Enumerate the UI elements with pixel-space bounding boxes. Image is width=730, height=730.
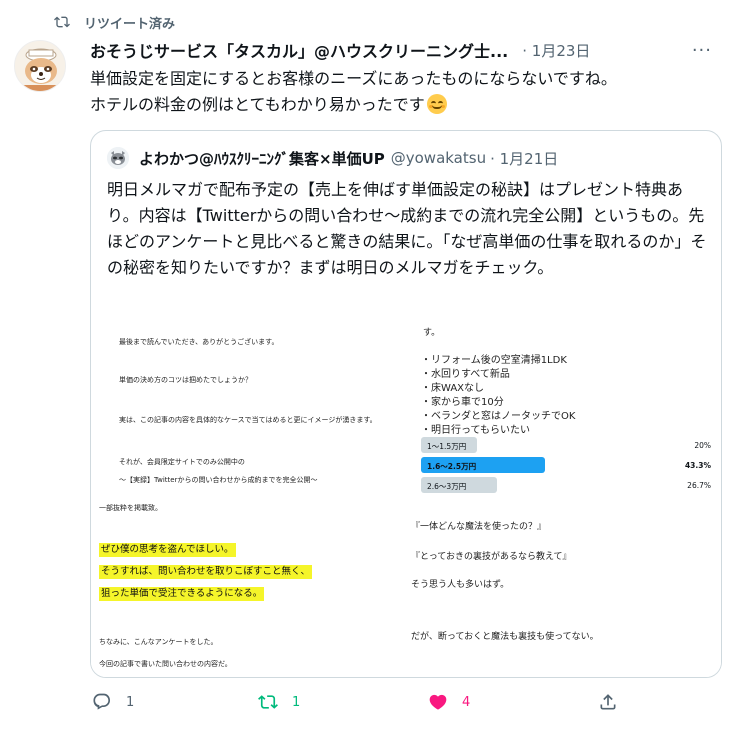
share-icon — [600, 694, 616, 710]
retweet-indicator: リツイート済み — [54, 12, 175, 32]
poll-option-label: 1～1.5万円 — [427, 442, 467, 451]
poll-option-label: 2.6～3万円 — [427, 482, 467, 491]
p2-list-item: ・家から車で10分 — [421, 397, 504, 408]
p2-list-item: ・明日行ってもらいたい — [421, 425, 530, 436]
like-button[interactable]: 4 — [428, 692, 470, 712]
retweet-icon — [54, 16, 70, 28]
p1-line: 最後まで読んでいただき、ありがとうございます。 — [119, 338, 279, 346]
poll-option-label: 1.6～2.5万円 — [427, 462, 477, 471]
reply-count: 1 — [126, 694, 135, 710]
p4-line: だが、断っておくと魔法も裏技も使ってない。 — [411, 632, 599, 642]
quoted-author-handle: @yowakatsu — [390, 149, 487, 167]
quoted-tweet-header: よわかつ@ﾊｳｽｸﾘｰﾆﾝｸﾞ集客×単価UP @yowakatsu · 1月21… — [107, 147, 558, 169]
p1-line: 単価の決め方のコツは掴めたでしょうか？ — [119, 376, 252, 384]
retweet-icon — [258, 695, 278, 709]
tweet-actions: 1 1 4 — [90, 692, 650, 716]
like-count: 4 — [462, 694, 471, 710]
retweet-count: 1 — [292, 694, 301, 710]
p2-list-item: ・ベランダと窓はノータッチでOK — [421, 411, 576, 422]
media-image-2[interactable]: す。 ・リフォーム後の空室清掃1LDK ・水回りすべて新品 ・床WAXなし ・家… — [411, 315, 721, 497]
retweet-label: リツイート済み — [84, 16, 176, 32]
media-image-4[interactable]: 『一体どんな魔法を使ったの？』 『とっておきの裏技があるなら教えて』 そう思う人… — [411, 501, 721, 677]
p3-line: 今回の記事で書いた問い合わせの内容だ。 — [99, 660, 232, 668]
p4-line: そう思う人も多いはず。 — [411, 580, 510, 590]
p3-line: ちなみに、こんなアンケートをした。 — [99, 638, 218, 646]
media-image-1[interactable]: 最後まで読んでいただき、ありがとうございます。 単価の決め方のコツは掴めたでしょ… — [91, 315, 403, 497]
tweet-date[interactable]: · 1月23日 — [522, 40, 590, 61]
tweet-text-line1: 単価設定を固定にするとお客様のニーズにあったものにならないですね。 — [90, 69, 617, 88]
quoted-author-name: よわかつ@ﾊｳｽｸﾘｰﾆﾝｸﾞ集客×単価UP — [139, 149, 385, 168]
quoted-tweet-date: · 1月21日 — [490, 149, 559, 168]
retweet-button[interactable]: 1 — [258, 692, 300, 712]
p3-highlight: 狙った単価で受注できるようになる。 — [99, 587, 265, 601]
tweet-text-line2-wrap: ホテルの料金の例はとてもわかり易かったです — [90, 92, 710, 118]
p3-highlight: そうすれば、問い合わせを取りこぼすこと無く、 — [99, 565, 313, 579]
p1-line: ～【実録】Twitterからの問い合わせから成約までを完全公開～ — [119, 476, 318, 484]
heart-icon — [429, 694, 447, 710]
p2-top-text: す。 — [423, 328, 441, 338]
p1-line: それが、会員限定サイトでのみ公開中の — [119, 458, 245, 466]
p3-highlight: ぜひ僕の思考を盗んでほしい。 — [99, 543, 236, 557]
p4-line: 『とっておきの裏技があるなら教えて』 — [411, 552, 572, 562]
raccoon-avatar-icon — [107, 147, 129, 169]
p3-top-text: 一部抜粋を掲載致。 — [99, 504, 162, 512]
raccoon-mascot-icon — [15, 41, 65, 91]
p1-line: 実は、この記事の内容を具体的なケースで当てはめると更にイメージが湧きます。 — [119, 416, 377, 424]
p2-list-item: ・床WAXなし — [421, 383, 485, 394]
tweet-text-line2: ホテルの料金の例はとてもわかり易かったです — [90, 95, 425, 114]
p2-list-item: ・水回りすべて新品 — [421, 369, 510, 380]
quoted-tweet-text: 明日メルマガで配布予定の【売上を伸ばす単価設定の秘訣】はプレゼント特典あり。内容… — [107, 180, 707, 277]
tweet-text: 単価設定を固定にするとお客様のニーズにあったものにならないですね。 ホテルの料金… — [90, 66, 710, 118]
share-button[interactable] — [598, 692, 618, 712]
tweet-header: おそうじサービス「タスカル」@ハウスクリーニング士... · 1月23日 ··· — [90, 38, 720, 62]
reply-icon — [93, 693, 111, 710]
media-image-3[interactable]: 一部抜粋を掲載致。 ぜひ僕の思考を盗んでほしい。 そうすれば、問い合わせを取りこ… — [91, 501, 403, 677]
p4-line: 『一体どんな魔法を使ったの？』 — [411, 522, 547, 532]
author-name[interactable]: おそうじサービス「タスカル」@ハウスクリーニング士... — [90, 38, 508, 62]
quoted-author-avatar — [107, 147, 129, 169]
smiling-face-emoji-icon — [426, 94, 447, 114]
author-avatar[interactable] — [14, 40, 66, 92]
more-options-icon[interactable]: ··· — [692, 40, 712, 61]
reply-button[interactable]: 1 — [92, 692, 134, 712]
quoted-tweet[interactable]: よわかつ@ﾊｳｽｸﾘｰﾆﾝｸﾞ集客×単価UP @yowakatsu · 1月21… — [90, 130, 722, 678]
poll-option-pct: 26.7% — [687, 481, 711, 490]
p2-list-item: ・リフォーム後の空室清掃1LDK — [421, 355, 567, 366]
poll-option-pct: 43.3% — [684, 461, 711, 470]
quoted-tweet-media-grid: 最後まで読んでいただき、ありがとうございます。 単価の決め方のコツは掴めたでしょ… — [91, 315, 721, 677]
poll-option-pct: 20% — [694, 441, 711, 450]
